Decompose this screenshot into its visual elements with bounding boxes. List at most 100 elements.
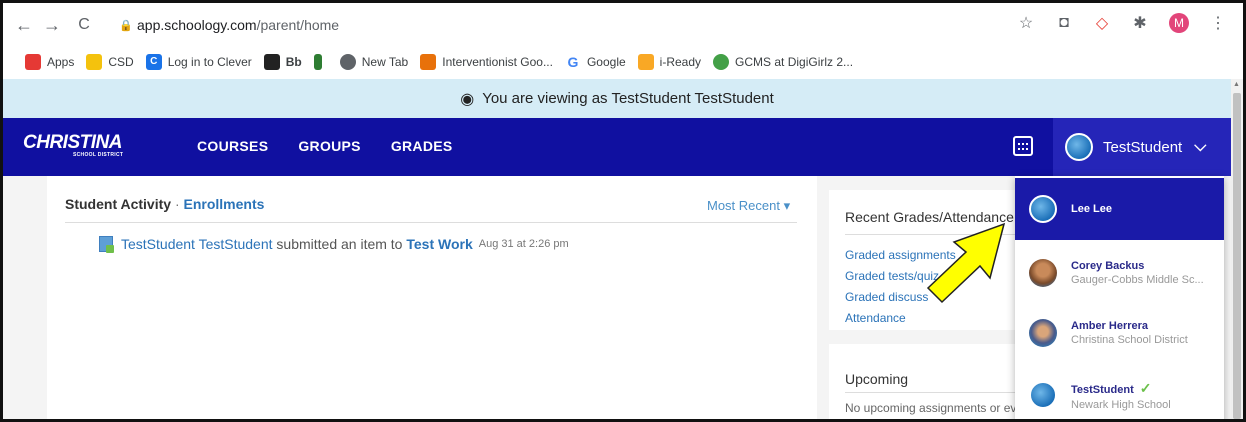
account-avatar — [1029, 319, 1057, 347]
bookmark-label: Interventionist Goo... — [442, 55, 553, 69]
activity-title: Student Activity — [65, 196, 172, 212]
account-item-lee-lee[interactable]: Lee Lee — [1015, 178, 1224, 240]
lock-icon: 🔒 — [119, 19, 133, 32]
url-host: app.schoology.com — [137, 17, 257, 33]
upcoming-empty-text: No upcoming assignments or ev — [845, 401, 1017, 415]
logo-main-text: CHRISTINA — [23, 132, 122, 153]
account-name: Amber Herrera — [1071, 320, 1149, 332]
extension-red-icon[interactable]: ◇ — [1093, 13, 1111, 33]
account-item-teststudent[interactable]: TestStudent ✓ Newark High School — [1015, 364, 1224, 419]
actor-link[interactable]: TestStudent TestStudent — [121, 236, 273, 252]
google-icon: G — [564, 54, 581, 70]
bookmark-tree[interactable] — [313, 54, 328, 70]
star-icon[interactable]: ☆ — [1017, 13, 1035, 33]
bookmarks-bar: Apps CSD C Log in to Clever Bb New Tab In… — [3, 47, 1243, 77]
account-name: TestStudent ✓ — [1071, 380, 1171, 397]
viewing-as-banner: ◉ You are viewing as TestStudent TestStu… — [3, 79, 1231, 118]
page-scrollbar[interactable]: ▲ — [1231, 79, 1243, 419]
app-header: CHRISTINA SCHOOL DISTRICT COURSES GROUPS… — [3, 118, 1231, 176]
nav-groups[interactable]: GROUPS — [298, 138, 360, 154]
account-item-amber-herrera[interactable]: Amber Herrera Christina School District — [1015, 302, 1224, 364]
account-avatar — [1029, 195, 1057, 223]
account-school: Newark High School — [1071, 398, 1171, 411]
student-activity-panel: Student Activity · Enrollments Most Rece… — [47, 176, 817, 419]
bookmark-label: Google — [586, 55, 626, 69]
bookmark-label: CSD — [108, 55, 134, 69]
menu-dots-icon[interactable]: ⋮ — [1209, 13, 1227, 33]
user-name: TestStudent — [1103, 138, 1183, 156]
upcoming-card: Upcoming No upcoming assignments or ev — [829, 344, 1019, 419]
activity-item: TestStudent TestStudent submitted an ite… — [99, 236, 569, 253]
reload-icon[interactable]: C — [73, 16, 95, 34]
user-menu-button[interactable]: TestStudent ⌵ — [1053, 118, 1231, 176]
forward-arrow-icon[interactable]: → — [41, 15, 63, 36]
address-bar[interactable]: 🔒 app.schoology.com/parent/home — [119, 12, 1039, 38]
extension-grey-icon[interactable]: ◘ — [1055, 14, 1073, 32]
yellow-arrow-icon — [926, 222, 1006, 304]
browser-toolbar: ← → C 🔒 app.schoology.com/parent/home ☆ … — [3, 3, 1243, 47]
bookmark-label: GCMS at DigiGirlz 2... — [735, 55, 854, 69]
account-switcher-dropdown: Lee Lee Corey Backus Gauger-Cobbs Middle … — [1015, 176, 1224, 419]
clever-icon: C — [145, 54, 162, 70]
globe-icon — [339, 54, 356, 70]
bookmark-label: Log in to Clever — [167, 55, 252, 69]
attendance-link[interactable]: Attendance — [845, 308, 956, 329]
nav-grades[interactable]: GRADES — [391, 138, 453, 154]
bookmark-label: New Tab — [361, 55, 409, 69]
upcoming-title: Upcoming — [845, 371, 909, 387]
dsc-icon — [420, 54, 437, 70]
bookmark-bb[interactable]: Bb — [263, 54, 302, 70]
bookmark-apps[interactable]: Apps — [25, 54, 74, 70]
folder-icon — [86, 54, 103, 70]
account-avatar — [1029, 381, 1057, 409]
account-school: Gauger-Cobbs Middle Sc... — [1071, 274, 1204, 286]
bookmark-label: Bb — [285, 55, 302, 69]
main-nav: COURSES GROUPS GRADES — [197, 138, 453, 154]
pinwheel-icon — [713, 54, 730, 70]
heading-separator: · — [174, 196, 180, 212]
blackboard-icon — [263, 54, 280, 70]
target-link[interactable]: Test Work — [406, 236, 472, 252]
calendar-icon[interactable] — [1013, 136, 1033, 156]
bookmark-gcms[interactable]: GCMS at DigiGirlz 2... — [713, 54, 853, 70]
nav-courses[interactable]: COURSES — [197, 138, 268, 154]
bookmark-csd[interactable]: CSD — [86, 54, 134, 70]
scroll-up-arrow-icon[interactable]: ▲ — [1233, 81, 1240, 88]
bookmark-clever[interactable]: C Log in to Clever — [145, 54, 252, 70]
scrollbar-thumb[interactable] — [1233, 93, 1241, 419]
account-name-text: TestStudent — [1071, 383, 1134, 396]
bookmark-new-tab[interactable]: New Tab — [339, 54, 409, 70]
profile-avatar[interactable]: M — [1169, 13, 1189, 33]
enrollments-link[interactable]: Enrollments — [184, 196, 265, 212]
url-path: /parent/home — [256, 17, 340, 33]
divider — [65, 222, 797, 223]
user-avatar — [1065, 133, 1093, 161]
divider — [845, 392, 1019, 393]
bookmark-label: Apps — [47, 55, 75, 69]
sort-dropdown[interactable]: Most Recent ▾ — [707, 198, 790, 214]
banner-text: You are viewing as TestStudent TestStude… — [482, 90, 774, 107]
chevron-down-icon: ⌵ — [1194, 138, 1207, 155]
back-arrow-icon[interactable]: ← — [13, 15, 35, 36]
district-logo[interactable]: CHRISTINA SCHOOL DISTRICT — [23, 132, 123, 158]
apps-grid-icon — [25, 54, 41, 70]
tree-icon — [313, 54, 322, 70]
assignment-icon — [99, 236, 114, 253]
bookmark-interventionist[interactable]: Interventionist Goo... — [420, 54, 553, 70]
account-school: Christina School District — [1071, 334, 1188, 346]
bookmark-label: i-Ready — [659, 55, 702, 69]
account-name: Lee Lee — [1071, 203, 1112, 215]
account-item-corey-backus[interactable]: Corey Backus Gauger-Cobbs Middle Sc... — [1015, 242, 1224, 304]
eye-icon: ◉ — [460, 90, 475, 108]
iready-icon — [637, 54, 654, 70]
logo-sub-text: SCHOOL DISTRICT — [73, 152, 124, 158]
bookmark-google[interactable]: G Google — [564, 54, 626, 70]
activity-heading: Student Activity · Enrollments — [65, 196, 264, 212]
account-avatar — [1029, 259, 1057, 287]
activity-date: Aug 31 at 2:26 pm — [478, 238, 569, 250]
checkmark-icon: ✓ — [1139, 379, 1152, 396]
bookmark-iready[interactable]: i-Ready — [637, 54, 702, 70]
activity-action-text: submitted an item to — [272, 236, 407, 252]
puzzle-icon[interactable]: ✱ — [1131, 13, 1149, 33]
account-name: Corey Backus — [1071, 260, 1145, 272]
